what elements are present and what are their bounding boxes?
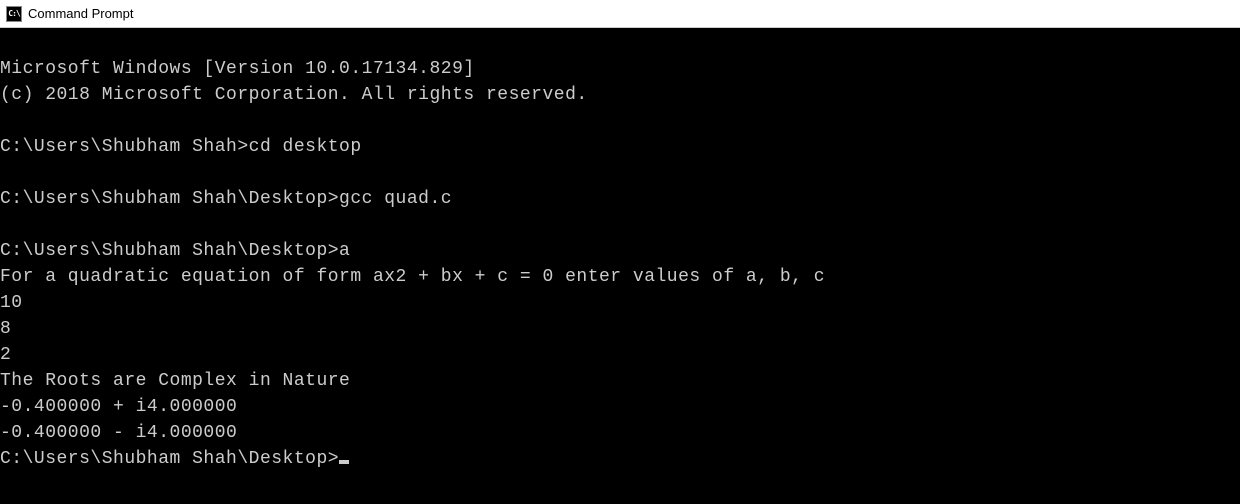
terminal-prompt: C:\Users\Shubham Shah\Desktop> (0, 449, 339, 469)
terminal-line: -0.400000 + i4.000000 (0, 397, 237, 417)
terminal-line: 2 (0, 345, 11, 365)
window-title: Command Prompt (28, 6, 133, 21)
terminal-line: C:\Users\Shubham Shah\Desktop>gcc quad.c (0, 189, 452, 209)
terminal-line: (c) 2018 Microsoft Corporation. All righ… (0, 85, 588, 105)
terminal-line: The Roots are Complex in Nature (0, 371, 350, 391)
terminal-line: 8 (0, 319, 11, 339)
cursor-icon (339, 460, 349, 464)
terminal-line: -0.400000 - i4.000000 (0, 423, 237, 443)
terminal-line: Microsoft Windows [Version 10.0.17134.82… (0, 59, 475, 79)
window-titlebar[interactable]: C:\ Command Prompt (0, 0, 1240, 28)
terminal-line: C:\Users\Shubham Shah\Desktop>a (0, 241, 350, 261)
terminal-output[interactable]: Microsoft Windows [Version 10.0.17134.82… (0, 28, 1240, 472)
terminal-line: C:\Users\Shubham Shah>cd desktop (0, 137, 362, 157)
terminal-line: For a quadratic equation of form ax2 + b… (0, 267, 825, 287)
cmd-icon: C:\ (6, 6, 22, 22)
terminal-line: 10 (0, 293, 23, 313)
